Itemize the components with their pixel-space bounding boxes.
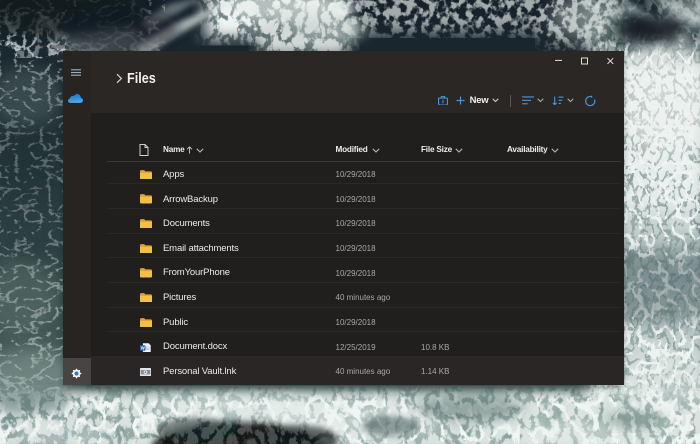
svg-text:W: W — [141, 345, 145, 350]
